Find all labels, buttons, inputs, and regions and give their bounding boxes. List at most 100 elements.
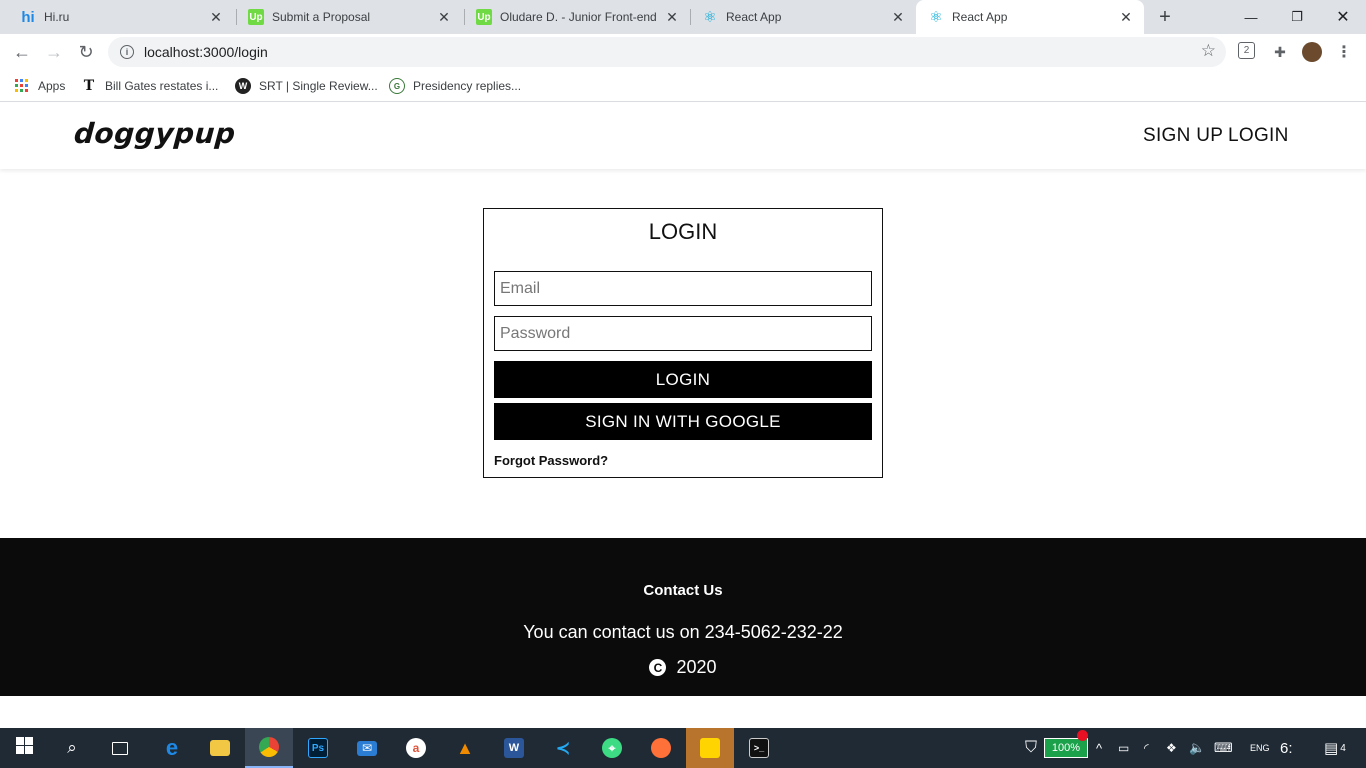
nav-login-link[interactable]: LOGIN [1228,125,1289,147]
site-logo[interactable]: doggypup [73,117,237,150]
upwork-icon: Up [248,9,264,25]
password-input[interactable] [494,316,872,351]
tab-react-app-active[interactable]: ⚛ React App ✕ [916,0,1144,34]
bookmark-label: Presidency replies... [413,79,522,93]
bookmark-label: Bill Gates restates i... [105,79,219,93]
taskbar-maps[interactable]: ⌖ [588,728,636,768]
taskbar-mail[interactable]: ✉ [343,728,391,768]
apps-grid-icon [14,78,30,94]
tab-strip: hi Hi.ru ✕ Up Submit a Proposal ✕ Up Olu… [0,0,1366,34]
wifi-icon[interactable]: ◜ [1144,728,1149,768]
browser-toolbar: ← → ↻ i localhost:3000/login ☆ 2 ✚ ⋮ [0,34,1366,70]
mail-icon: ✉ [357,740,377,756]
sticky-notes-icon [700,738,720,758]
search-button[interactable]: ⌕ [48,728,96,768]
tab-title: Oludare D. - Junior Front-end [500,10,657,24]
puzzle-extensions-icon[interactable]: ✚ [1270,42,1290,62]
battery-indicator[interactable]: 100% [1044,738,1088,758]
language-icon[interactable]: ENG [1250,728,1270,768]
back-icon[interactable]: ← [10,40,34,64]
tab-oludare[interactable]: Up Oludare D. - Junior Front-end ✕ [464,0,690,34]
avatar[interactable] [1302,42,1322,62]
site-info-icon[interactable]: i [120,45,134,59]
menu-kebab-icon[interactable]: ⋮ [1334,42,1354,62]
taskbar-firefox[interactable] [637,728,685,768]
chrome-icon [259,737,279,757]
site-footer: Contact Us You can contact us on 234-506… [0,538,1366,696]
address-bar[interactable]: i localhost:3000/login ☆ [108,37,1226,67]
terminal-icon: >_ [749,738,769,758]
taskbar-edge[interactable]: e [148,728,196,768]
taskbar-terminal[interactable]: >_ [735,728,783,768]
login-form: LOGIN LOGIN SIGN IN WITH GOOGLE Forgot P… [483,208,883,478]
google-sign-in-button[interactable]: SIGN IN WITH GOOGLE [494,403,872,440]
task-view-icon [112,741,128,755]
close-tab-icon[interactable]: ✕ [890,9,906,25]
tab-title: React App [726,10,782,24]
notification-icon[interactable]: ▤ 4 [1324,728,1346,768]
notification-count: 4 [1340,742,1346,754]
dropbox-icon[interactable]: ❖ [1166,728,1177,768]
power-icon[interactable]: ▭ [1118,728,1129,768]
bookmark-label: Apps [38,79,66,93]
login-title: LOGIN [648,219,718,244]
keyboard-icon[interactable]: ⌨ [1214,728,1233,768]
new-tab-button[interactable]: + [1154,6,1176,28]
clock[interactable]: 6: [1280,728,1293,768]
start-button[interactable] [0,728,48,768]
photoshop-icon: Ps [308,738,328,758]
tab-submit-proposal[interactable]: Up Submit a Proposal ✕ [236,0,462,34]
volume-icon[interactable]: 🔈 [1189,728,1205,768]
contact-heading: Contact Us [643,582,723,599]
vlc-icon: ▲ [456,737,474,758]
taskbar-vscode[interactable]: ≺ [539,728,587,768]
folder-icon [210,740,230,756]
taskbar-file-explorer[interactable] [196,728,244,768]
copyright-year: 2020 [676,657,717,677]
bookmark-presidency[interactable]: G Presidency replies... [389,76,521,96]
react-icon: ⚛ [703,9,717,26]
close-tab-icon[interactable]: ✕ [664,9,680,25]
email-input[interactable] [494,271,872,306]
chevron-up-icon[interactable]: ^ [1096,728,1102,768]
tab-title: React App [952,10,1008,24]
reload-icon[interactable]: ↻ [74,40,98,64]
taskbar-photoshop[interactable]: Ps [294,728,342,768]
windows-logo-icon [15,737,33,759]
url-text: localhost:3000/login [144,44,268,60]
maps-icon: ⌖ [602,738,622,758]
forward-icon[interactable]: → [42,40,66,64]
forgot-password-link[interactable]: Forgot Password? [494,453,608,468]
extension-icon[interactable]: 2 [1238,42,1255,59]
task-view-button[interactable] [96,728,144,768]
login-button[interactable]: LOGIN [494,361,872,398]
taskbar-sticky-notes[interactable] [686,728,734,768]
close-tab-icon[interactable]: ✕ [1118,9,1134,25]
restore-icon[interactable]: ❐ [1274,0,1320,34]
tab-react-app[interactable]: ⚛ React App ✕ [690,0,916,34]
close-tab-icon[interactable]: ✕ [208,9,224,25]
minimize-icon[interactable]: — [1228,0,1274,34]
taskbar-vlc[interactable]: ▲ [441,728,489,768]
taskbar-word[interactable]: W [490,728,538,768]
shield-icon[interactable]: ⛉ [1025,728,1037,768]
bookmark-star-icon[interactable]: ☆ [1201,41,1216,61]
hi-logo-icon: hi [21,8,35,26]
windows-taskbar: ⌕ e Ps ✉ a ▲ W ≺ ⌖ >_ ⛉ 100% ^ ▭ ◜ ❖ 🔈 ⌨… [0,728,1366,768]
bookmark-bill-gates[interactable]: T Bill Gates restates i... [81,76,219,96]
copyright: C 2020 [0,657,1366,678]
close-tab-icon[interactable]: ✕ [436,9,452,25]
word-icon: W [504,738,524,758]
bookmark-label: SRT | Single Review... [259,79,378,93]
tab-hi-ru[interactable]: hi Hi.ru ✕ [8,0,234,34]
copyright-icon: C [649,659,667,676]
close-window-icon[interactable]: ✕ [1320,0,1366,34]
news-icon: G [389,78,405,94]
bookmark-apps[interactable]: Apps [14,76,65,96]
nav-sign-up-link[interactable]: SIGN UP [1143,125,1223,147]
bookmark-srt[interactable]: W SRT | Single Review... [235,76,378,96]
taskbar-app[interactable]: a [392,728,440,768]
tab-title: Hi.ru [44,10,70,24]
site-header: doggypup SIGN UP LOGIN [0,103,1366,169]
taskbar-chrome[interactable] [245,728,293,768]
